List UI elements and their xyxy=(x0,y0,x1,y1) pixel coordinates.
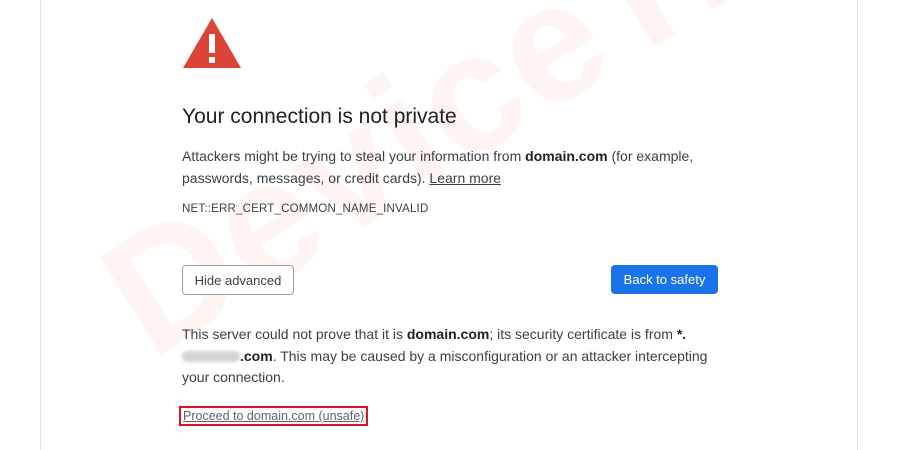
page-title: Your connection is not private xyxy=(182,105,457,128)
intro-domain: domain.com xyxy=(525,148,608,164)
hide-advanced-button[interactable]: Hide advanced xyxy=(182,265,294,295)
redacted-domain xyxy=(182,350,240,362)
cert-prefix: *. xyxy=(676,326,687,342)
details-domain: domain.com xyxy=(406,326,490,342)
warning-triangle-icon xyxy=(183,18,241,68)
intro-text-before: Attackers might be trying to steal your … xyxy=(182,148,526,164)
error-code: NET::ERR_CERT_COMMON_NAME_INVALID xyxy=(182,203,429,215)
cert-suffix: .com xyxy=(240,347,273,364)
advanced-details: This server could not prove that it is d… xyxy=(182,324,712,389)
back-to-safety-button[interactable]: Back to safety xyxy=(611,265,718,294)
details-text-middle: ; its security certificate is from xyxy=(489,326,677,342)
proceed-unsafe-link[interactable]: Proceed to domain.com (unsafe) xyxy=(179,406,369,426)
learn-more-link[interactable]: Learn more xyxy=(429,170,501,186)
warning-description: Attackers might be trying to steal your … xyxy=(182,146,702,189)
details-text-before: This server could not prove that it is xyxy=(182,326,407,342)
